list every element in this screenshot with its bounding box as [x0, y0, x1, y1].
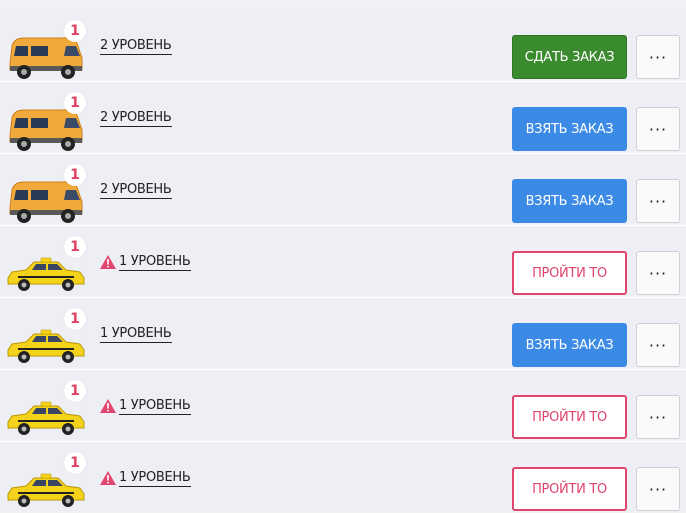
- count-badge: 1: [64, 164, 86, 186]
- more-options-button[interactable]: ···: [636, 467, 680, 511]
- count-badge: 1: [64, 380, 86, 402]
- more-options-button[interactable]: ···: [636, 323, 680, 367]
- take-order-button[interactable]: ВЗЯТЬ ЗАКАЗ: [512, 107, 627, 151]
- pass-inspection-button[interactable]: ПРОЙТИ ТО: [512, 395, 627, 439]
- level-link[interactable]: 1 УРОВЕНЬ: [100, 396, 191, 416]
- warning-triangle-icon: [100, 471, 116, 485]
- take-order-button[interactable]: ВЗЯТЬ ЗАКАЗ: [512, 179, 627, 223]
- pass-inspection-button[interactable]: ПРОЙТИ ТО: [512, 251, 627, 295]
- more-options-button[interactable]: ···: [636, 35, 680, 79]
- submit-order-button[interactable]: СДАТЬ ЗАКАЗ: [512, 35, 627, 79]
- vehicle-row: 1 1 УРОВЕНЬ ПРОЙТИ ТО ···: [0, 370, 686, 442]
- level-label: 2 УРОВЕНЬ: [100, 37, 172, 55]
- level-label: 1 УРОВЕНЬ: [100, 325, 172, 343]
- count-badge: 1: [64, 308, 86, 330]
- vehicle-row: 1 2 УРОВЕНЬ СДАТЬ ЗАКАЗ ···: [0, 10, 686, 82]
- level-label: 1 УРОВЕНЬ: [119, 397, 191, 415]
- count-badge: 1: [64, 20, 86, 42]
- take-order-button[interactable]: ВЗЯТЬ ЗАКАЗ: [512, 323, 627, 367]
- vehicle-thumbnail: 1: [6, 88, 90, 152]
- level-label: 2 УРОВЕНЬ: [100, 109, 172, 127]
- count-badge: 1: [64, 92, 86, 114]
- warning-triangle-icon: [100, 399, 116, 413]
- level-label: 1 УРОВЕНЬ: [119, 469, 191, 487]
- vehicle-thumbnail: 1: [6, 232, 90, 296]
- vehicle-row: 1 1 УРОВЕНЬ ПРОЙТИ ТО ···: [0, 226, 686, 298]
- level-label: 2 УРОВЕНЬ: [100, 181, 172, 199]
- more-options-button[interactable]: ···: [636, 107, 680, 151]
- vehicle-thumbnail: 1: [6, 160, 90, 224]
- vehicle-thumbnail: 1: [6, 16, 90, 80]
- vehicle-thumbnail: 1: [6, 304, 90, 368]
- vehicle-row: 1 2 УРОВЕНЬ ВЗЯТЬ ЗАКАЗ ···: [0, 82, 686, 154]
- count-badge: 1: [64, 236, 86, 258]
- vehicle-row: 1 2 УРОВЕНЬ ВЗЯТЬ ЗАКАЗ ···: [0, 154, 686, 226]
- level-link[interactable]: 1 УРОВЕНЬ: [100, 252, 191, 272]
- level-link[interactable]: 2 УРОВЕНЬ: [100, 180, 172, 200]
- vehicle-row: 1 1 УРОВЕНЬ ВЗЯТЬ ЗАКАЗ ···: [0, 298, 686, 370]
- more-options-button[interactable]: ···: [636, 251, 680, 295]
- level-link[interactable]: 1 УРОВЕНЬ: [100, 468, 191, 488]
- pass-inspection-button[interactable]: ПРОЙТИ ТО: [512, 467, 627, 511]
- count-badge: 1: [64, 452, 86, 474]
- vehicle-thumbnail: 1: [6, 448, 90, 512]
- level-link[interactable]: 2 УРОВЕНЬ: [100, 36, 172, 56]
- more-options-button[interactable]: ···: [636, 395, 680, 439]
- level-link[interactable]: 2 УРОВЕНЬ: [100, 108, 172, 128]
- vehicle-thumbnail: 1: [6, 376, 90, 440]
- more-options-button[interactable]: ···: [636, 179, 680, 223]
- level-link[interactable]: 1 УРОВЕНЬ: [100, 324, 172, 344]
- level-label: 1 УРОВЕНЬ: [119, 253, 191, 271]
- warning-triangle-icon: [100, 255, 116, 269]
- vehicle-row: 1 1 УРОВЕНЬ ПРОЙТИ ТО ···: [0, 442, 686, 514]
